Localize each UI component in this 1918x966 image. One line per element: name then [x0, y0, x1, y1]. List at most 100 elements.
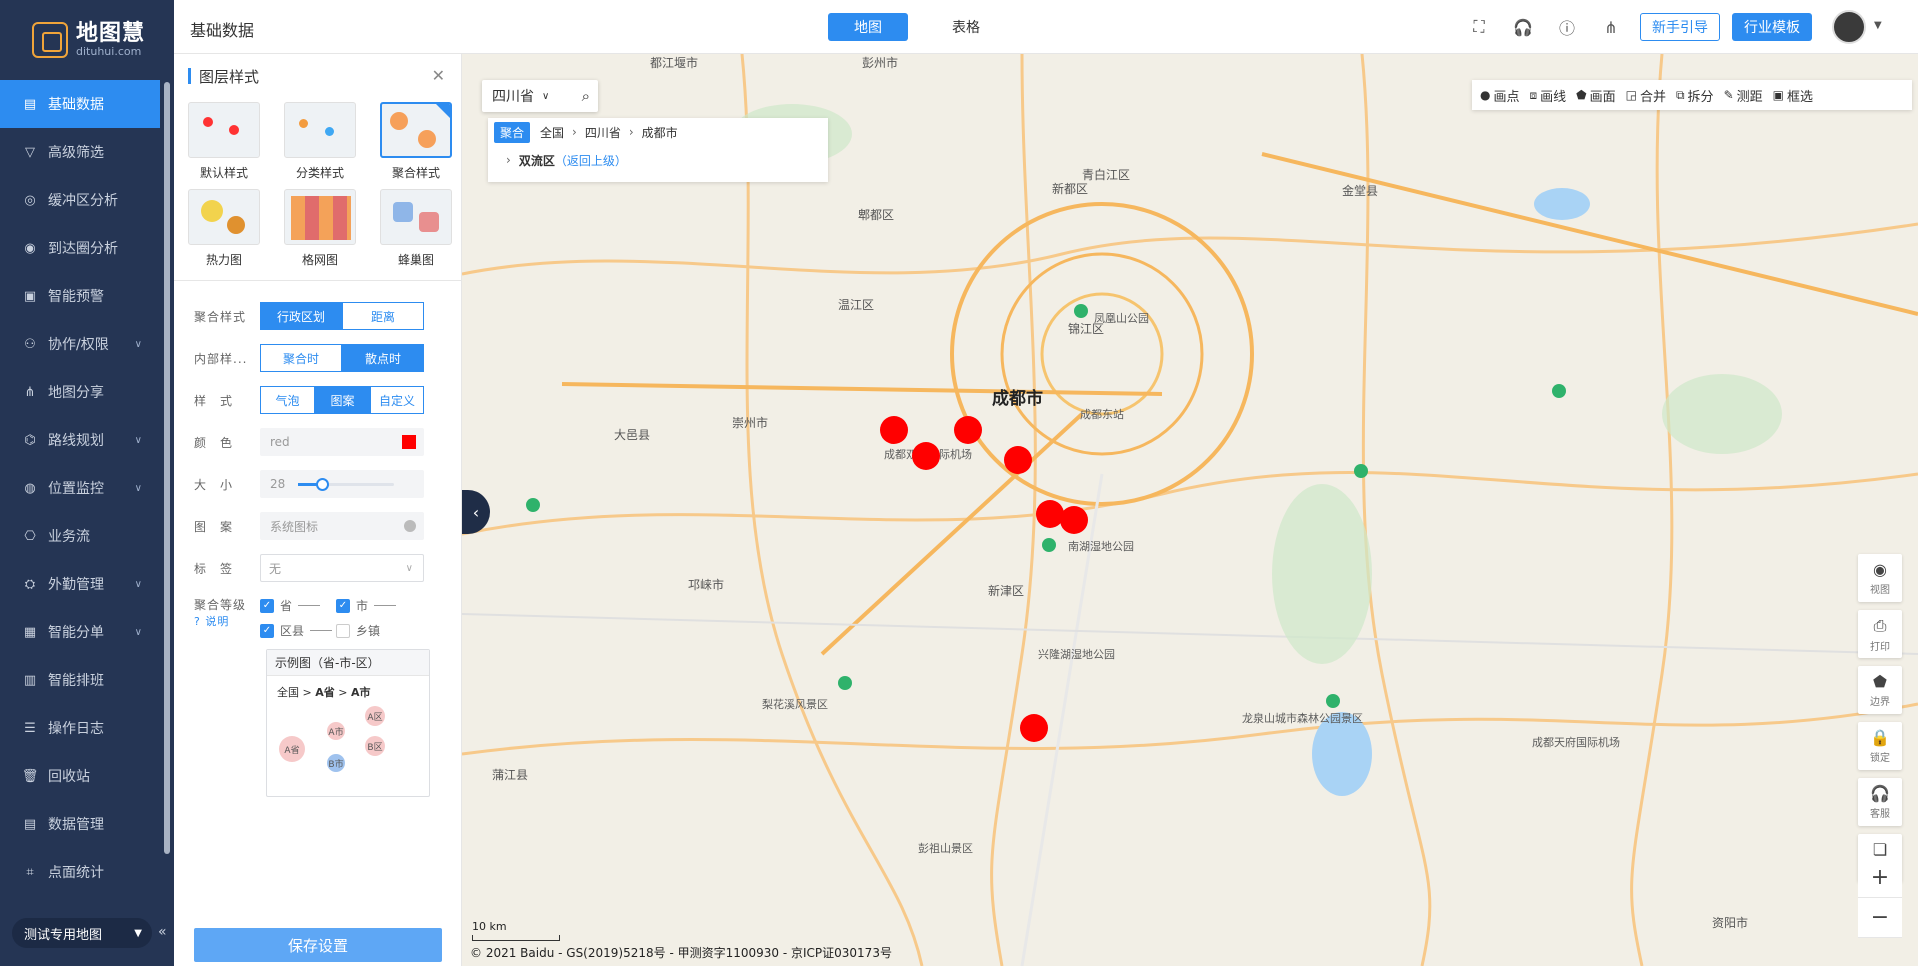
map-tool-3[interactable]: ◲ 合并 — [1626, 86, 1666, 105]
poi-marker[interactable] — [1552, 384, 1566, 398]
sidebar-item-10[interactable]: ⛭ 外勤管理 ∨ — [0, 560, 174, 608]
data-point[interactable] — [1060, 506, 1088, 534]
region-select[interactable]: 四川省 ∨ ⌕ — [482, 80, 598, 112]
level-help-link[interactable]: ? 说明 — [194, 614, 260, 629]
save-button[interactable]: 保存设置 — [194, 928, 442, 962]
sidebar-item-5[interactable]: ⚇ 协作/权限 ∨ — [0, 320, 174, 368]
sidebar-item-0[interactable]: ▤ 基础数据 — [0, 80, 160, 128]
style-pattern[interactable]: 图案 — [315, 386, 370, 414]
style-option-0[interactable]: 默认样式 — [176, 102, 272, 181]
sidebar-item-4[interactable]: ▣ 智能预警 — [0, 272, 174, 320]
avatar[interactable] — [1832, 10, 1866, 44]
sidebar-item-8[interactable]: ◍ 位置监控 ∨ — [0, 464, 174, 512]
breadcrumb-item[interactable]: 成都市 — [642, 124, 678, 141]
inner-style-aggregate[interactable]: 聚合时 — [260, 344, 342, 372]
poi-marker[interactable] — [1074, 304, 1088, 318]
style-thumbnail[interactable] — [380, 102, 452, 158]
help-icon[interactable]: ⓘ — [1556, 16, 1578, 38]
zoom-in-button[interactable]: + — [1858, 858, 1902, 898]
size-slider[interactable] — [298, 478, 394, 491]
data-point[interactable] — [954, 416, 982, 444]
breadcrumb-item[interactable]: 全国 — [540, 124, 564, 141]
style-thumbnail[interactable] — [284, 189, 356, 245]
sidebar-item-3[interactable]: ◉ 到达圈分析 — [0, 224, 174, 272]
sidebar-item-9[interactable]: ⎔ 业务流 — [0, 512, 174, 560]
poi-marker[interactable] — [838, 676, 852, 690]
level-checkbox[interactable]: ✓ — [260, 598, 274, 613]
poi-marker[interactable] — [1042, 538, 1056, 552]
style-option-4[interactable]: 格网图 — [272, 189, 368, 268]
data-point[interactable] — [1020, 714, 1048, 742]
level-option[interactable]: 乡镇 — [336, 622, 412, 639]
map-tool-5[interactable]: ✎ 测距 — [1724, 86, 1763, 105]
sidebar-item-2[interactable]: ◎ 缓冲区分析 — [0, 176, 174, 224]
pattern-field[interactable]: 系统图标 — [260, 512, 424, 540]
style-thumbnail[interactable] — [380, 189, 452, 245]
right-tool-0[interactable]: ◉ 视图 — [1858, 554, 1902, 602]
level-option[interactable]: ✓ 市 — [336, 597, 412, 614]
sidebar-item-12[interactable]: ▥ 智能排班 — [0, 656, 174, 704]
sidebar-item-1[interactable]: ▽ 高级筛选 — [0, 128, 174, 176]
style-bubble[interactable]: 气泡 — [260, 386, 315, 414]
level-checkbox[interactable] — [336, 623, 350, 638]
data-point[interactable] — [912, 442, 940, 470]
style-option-2[interactable]: 聚合样式 — [368, 102, 464, 181]
right-tool-1[interactable]: ⎙ 打印 — [1858, 610, 1902, 658]
color-field[interactable]: red — [260, 428, 424, 456]
data-point[interactable] — [880, 416, 908, 444]
tag-select[interactable]: 无 ∨ — [260, 554, 424, 582]
map-tool-1[interactable]: ⧈ 画线 — [1530, 86, 1567, 105]
style-option-3[interactable]: 热力图 — [176, 189, 272, 268]
sidebar-item-6[interactable]: ⋔ 地图分享 — [0, 368, 174, 416]
level-option[interactable]: ✓ 区县 — [260, 622, 336, 639]
close-icon[interactable]: ✕ — [432, 66, 445, 85]
search-icon[interactable]: ⌕ — [582, 87, 590, 105]
right-tool-4[interactable]: 🎧 客服 — [1858, 778, 1902, 826]
poi-marker[interactable] — [1326, 694, 1340, 708]
agg-style-distance[interactable]: 距离 — [342, 302, 424, 330]
right-tool-3[interactable]: 🔒 锁定 — [1858, 722, 1902, 770]
style-thumbnail[interactable] — [284, 102, 356, 158]
map-selector[interactable]: 测试专用地图 ▼ — [12, 918, 152, 948]
sidebar-item-15[interactable]: ▤ 数据管理 — [0, 800, 174, 848]
zoom-out-button[interactable]: − — [1858, 898, 1902, 938]
sidebar-item-16[interactable]: ⌗ 点面统计 — [0, 848, 174, 896]
map-tool-0[interactable]: ● 画点 — [1480, 86, 1520, 105]
right-tool-2[interactable]: ⬟ 边界 — [1858, 666, 1902, 714]
sidebar-item-7[interactable]: ⌬ 路线规划 ∨ — [0, 416, 174, 464]
back-link[interactable]: （返回上级） — [555, 152, 627, 169]
sidebar-item-13[interactable]: ☰ 操作日志 — [0, 704, 174, 752]
collapse-nav-icon[interactable]: « — [158, 924, 167, 940]
share-icon[interactable]: ⋔ — [1600, 16, 1622, 38]
size-slider-handle[interactable] — [316, 478, 329, 491]
style-option-5[interactable]: 蜂巢图 — [368, 189, 464, 268]
level-option[interactable]: ✓ 省 — [260, 597, 336, 614]
inner-style-scatter[interactable]: 散点时 — [342, 344, 424, 372]
poi-marker[interactable] — [1354, 464, 1368, 478]
breadcrumb-item[interactable]: 四川省 — [585, 124, 621, 141]
tab-table[interactable]: 表格 — [926, 13, 1006, 41]
style-custom[interactable]: 自定义 — [370, 386, 424, 414]
sidebar-item-11[interactable]: ▦ 智能分单 ∨ — [0, 608, 174, 656]
color-swatch[interactable] — [402, 435, 416, 449]
fullscreen-icon[interactable]: ⛶ — [1468, 16, 1490, 38]
agg-style-admin[interactable]: 行政区划 — [260, 302, 342, 330]
tab-map[interactable]: 地图 — [828, 13, 908, 41]
style-thumbnail[interactable] — [188, 189, 260, 245]
app-logo[interactable]: 地图慧 dituhui.com — [32, 20, 145, 60]
nav-scrollbar[interactable] — [164, 82, 170, 854]
data-point[interactable] — [1004, 446, 1032, 474]
headset-icon[interactable]: 🎧 — [1512, 16, 1534, 38]
chevron-down-icon[interactable]: ▼ — [1874, 20, 1882, 31]
map-tool-2[interactable]: ⬟ 画面 — [1576, 86, 1615, 105]
style-thumbnail[interactable] — [188, 102, 260, 158]
poi-marker[interactable] — [526, 498, 540, 512]
map-tool-4[interactable]: ⧉ 拆分 — [1676, 86, 1714, 105]
style-option-1[interactable]: 分类样式 — [272, 102, 368, 181]
map-canvas[interactable]: 成都市 温江区 郫都区 新都区 成都双流国际机场 锦江区 资阳市 崇州市 新津区… — [462, 54, 1918, 966]
industry-template-button[interactable]: 行业模板 — [1732, 13, 1812, 41]
guide-button[interactable]: 新手引导 — [1640, 13, 1720, 41]
level-checkbox[interactable]: ✓ — [260, 623, 274, 638]
sidebar-item-14[interactable]: 🗑 回收站 — [0, 752, 174, 800]
level-checkbox[interactable]: ✓ — [336, 598, 350, 613]
